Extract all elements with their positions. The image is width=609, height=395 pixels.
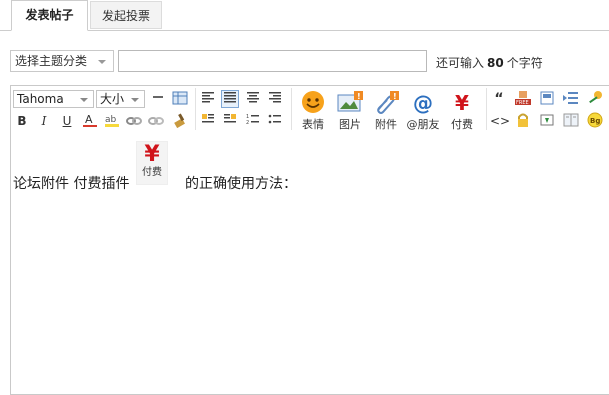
category-select-label: 选择主题分类 bbox=[15, 54, 88, 68]
chevron-down-icon bbox=[98, 60, 106, 64]
tab-post[interactable]: 发表帖子 bbox=[11, 0, 88, 31]
content-text-part2: 的正确使用方法： bbox=[185, 176, 297, 192]
align-justify-icon[interactable] bbox=[221, 90, 239, 108]
subject-input[interactable] bbox=[118, 50, 427, 72]
remaining-prefix: 还可输入 bbox=[436, 56, 485, 70]
unordered-list-icon[interactable] bbox=[266, 112, 284, 130]
editor-toolbar: Tahoma 大小 B I U A ab 1 2 表情 ! 图片 ! 附件 @ … bbox=[11, 86, 609, 134]
mention-label: @朋友 bbox=[406, 118, 440, 131]
horizontal-rule-icon[interactable] bbox=[149, 90, 167, 108]
content-text-part1: 论坛附件 付费插件 bbox=[13, 176, 130, 192]
mention-button[interactable]: @ @朋友 bbox=[406, 90, 440, 132]
remaining-count: 80 bbox=[487, 56, 504, 70]
picture-icon: ! bbox=[335, 90, 365, 116]
pay-button[interactable]: ¥ 付费 bbox=[447, 90, 477, 132]
yen-icon: ¥ bbox=[144, 142, 160, 167]
remaining-suffix: 个字符 bbox=[506, 56, 543, 70]
svg-text:Bg: Bg bbox=[590, 117, 600, 125]
remaining-chars: 还可输入 80 个字符 bbox=[436, 54, 543, 71]
download-icon[interactable] bbox=[538, 112, 556, 130]
columns-icon[interactable] bbox=[562, 112, 580, 130]
align-right-icon[interactable] bbox=[266, 90, 284, 108]
font-select[interactable]: Tahoma bbox=[13, 90, 94, 108]
page-icon[interactable] bbox=[538, 90, 556, 108]
yen-icon: ¥ bbox=[455, 91, 469, 115]
emoji-label: 表情 bbox=[302, 118, 324, 131]
svg-text:ab: ab bbox=[105, 115, 117, 125]
ordered-list-icon[interactable]: 12 bbox=[244, 112, 262, 130]
emoji-button[interactable]: 表情 bbox=[298, 90, 328, 132]
editor-content[interactable]: 论坛附件 付费插件 bbox=[13, 173, 129, 193]
list-indent-icon[interactable] bbox=[562, 90, 580, 108]
image-button[interactable]: ! 图片 bbox=[335, 90, 365, 132]
at-sign-icon: @ bbox=[413, 91, 433, 115]
background-color-icon[interactable]: ab bbox=[103, 112, 121, 130]
toolbar-separator bbox=[291, 88, 292, 130]
key-icon[interactable] bbox=[586, 90, 604, 108]
chevron-down-icon bbox=[131, 98, 139, 102]
underline-icon[interactable]: U bbox=[58, 112, 76, 130]
toolbar-separator bbox=[195, 88, 196, 130]
size-select-label: 大小 bbox=[100, 92, 125, 106]
attachment-button[interactable]: ! 附件 bbox=[371, 90, 401, 132]
font-select-label: Tahoma bbox=[17, 92, 64, 106]
toolbar-separator bbox=[486, 88, 487, 130]
svg-text:A: A bbox=[85, 113, 93, 126]
align-left-icon[interactable] bbox=[199, 90, 217, 108]
table-icon[interactable] bbox=[171, 90, 189, 108]
image-label: 图片 bbox=[339, 118, 361, 131]
tab-poll[interactable]: 发起投票 bbox=[90, 1, 162, 29]
pay-label: 付费 bbox=[451, 118, 473, 131]
smiley-icon bbox=[298, 90, 328, 116]
category-select[interactable]: 选择主题分类 bbox=[10, 50, 114, 72]
inline-pay-label: 付费 bbox=[142, 167, 162, 178]
align-center-icon[interactable] bbox=[244, 90, 262, 108]
free-icon[interactable]: FREE bbox=[514, 90, 532, 108]
lock-icon[interactable] bbox=[514, 112, 532, 130]
svg-text:!: ! bbox=[393, 92, 397, 101]
bold-icon[interactable]: B bbox=[13, 112, 31, 130]
float-right-icon[interactable] bbox=[221, 112, 239, 130]
paperclip-icon: ! bbox=[371, 90, 401, 116]
chevron-down-icon bbox=[80, 98, 88, 102]
quote-icon[interactable]: “ bbox=[490, 90, 508, 108]
svg-text:!: ! bbox=[357, 92, 361, 101]
float-left-icon[interactable] bbox=[199, 112, 217, 130]
link-icon[interactable] bbox=[125, 112, 143, 130]
italic-icon[interactable]: I bbox=[35, 112, 53, 130]
attachment-label: 附件 bbox=[375, 118, 397, 131]
clear-format-icon[interactable] bbox=[171, 112, 189, 130]
font-color-icon[interactable]: A bbox=[81, 112, 99, 130]
unlink-icon[interactable] bbox=[147, 112, 165, 130]
background-icon[interactable]: Bg bbox=[586, 112, 604, 130]
size-select[interactable]: 大小 bbox=[96, 90, 145, 108]
svg-text:2: 2 bbox=[246, 120, 249, 125]
inline-pay-image: ¥ 付费 bbox=[136, 141, 168, 185]
code-icon[interactable]: <> bbox=[490, 112, 510, 130]
svg-text:FREE: FREE bbox=[516, 100, 529, 106]
